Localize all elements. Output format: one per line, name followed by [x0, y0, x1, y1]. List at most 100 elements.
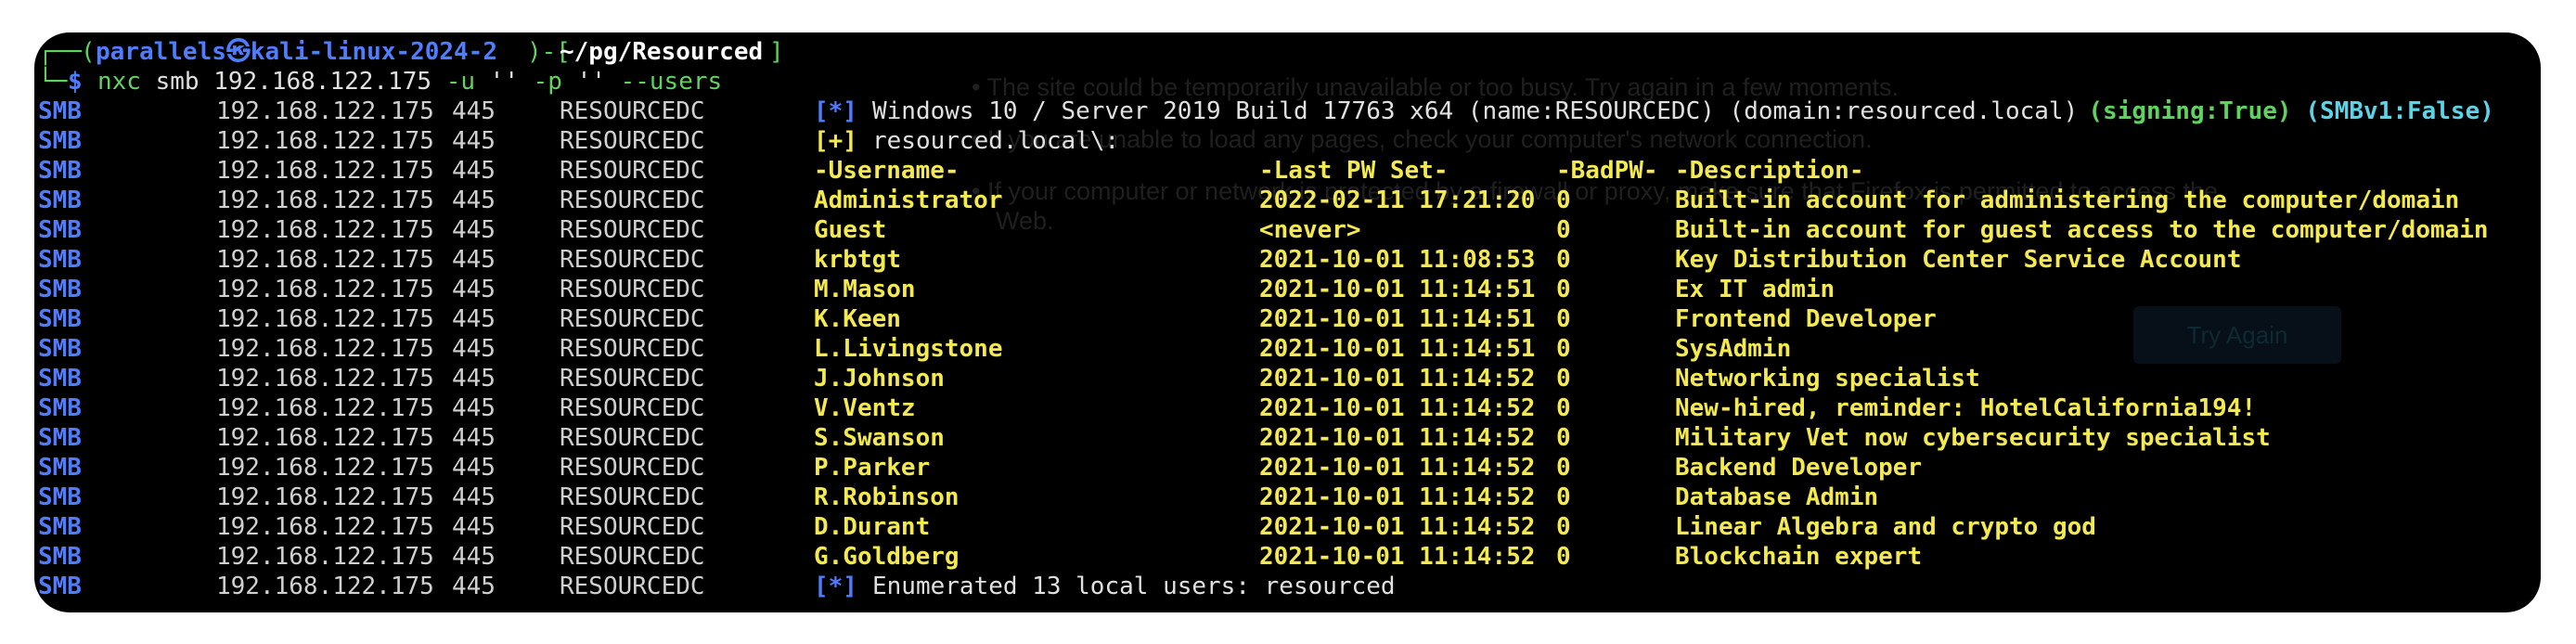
row-ip: 192.168.122.175	[216, 394, 434, 422]
row-hostname: RESOURCEDC	[560, 365, 705, 393]
row-hostname: RESOURCEDC	[560, 573, 705, 600]
row-badpw: 0	[1556, 365, 1571, 393]
row-last-pw-set: 2021-10-01 11:14:51	[1259, 276, 1536, 303]
row-last-pw-set: 2021-10-01 11:14:52	[1259, 543, 1536, 571]
row-port: 445	[452, 513, 496, 541]
row-protocol: SMB	[38, 424, 82, 452]
command-line[interactable]: └─ $ nxc smb 192.168.122.175 -u '' -p '' -…	[34, 67, 722, 97]
row-badpw: 0	[1556, 543, 1571, 571]
row-last-pw-set: 2022-02-11 17:21:20	[1259, 187, 1536, 214]
row-port: 445	[452, 454, 496, 482]
row-port: 445	[452, 424, 496, 452]
row-badpw: 0	[1556, 246, 1571, 274]
row-port: 445	[452, 394, 496, 422]
row-description: Database Admin	[1675, 483, 1879, 511]
row-last-pw-set: -Last PW Set-	[1259, 157, 1449, 185]
row-badpw: 0	[1556, 187, 1571, 214]
row-ip: 192.168.122.175	[216, 513, 434, 541]
row-username: Administrator	[814, 187, 1003, 214]
row-protocol: SMB	[38, 513, 82, 541]
row-protocol: SMB	[38, 216, 82, 244]
prompt-line: ┌──(parallels㉿kali-linux-2024-2)-[~/pg/R…	[38, 38, 784, 66]
row-username: P.Parker	[814, 454, 931, 482]
row-ip: 192.168.122.175	[216, 454, 434, 482]
row-last-pw-set: 2021-10-01 11:14:51	[1259, 305, 1536, 333]
row-username: Guest	[814, 216, 887, 244]
row-protocol: SMB	[38, 394, 82, 422]
row-hostname: RESOURCEDC	[560, 276, 705, 303]
row-protocol: SMB	[38, 276, 82, 303]
row-badpw: 0	[1556, 454, 1571, 482]
row-message: Enumerated 13 local users: resourced	[872, 573, 1396, 600]
row-protocol: SMB	[38, 543, 82, 571]
row-ip: 192.168.122.175	[216, 483, 434, 511]
row-ip: 192.168.122.175	[216, 424, 434, 452]
try-again-button[interactable]: Try Again	[2133, 306, 2341, 364]
row-protocol: SMB	[38, 483, 82, 511]
row-port: 445	[452, 483, 496, 511]
row-description: -Description-	[1675, 157, 1864, 185]
row-username: J.Johnson	[814, 365, 945, 393]
row-hostname: RESOURCEDC	[560, 454, 705, 482]
row-hostname: RESOURCEDC	[560, 246, 705, 274]
row-protocol: SMB	[38, 157, 82, 185]
row-status-tag: [+]	[814, 127, 857, 155]
row-message: Windows 10 / Server 2019 Build 17763 x64…	[872, 97, 2079, 125]
row-description: Key Distribution Center Service Account	[1675, 246, 2242, 274]
row-description: SysAdmin	[1675, 335, 1792, 363]
row-ip: 192.168.122.175	[216, 97, 434, 125]
row-description: Built-in account for administering the c…	[1675, 187, 2460, 214]
row-port: 445	[452, 246, 496, 274]
row-username: krbtgt	[814, 246, 901, 274]
row-hostname: RESOURCEDC	[560, 305, 705, 333]
row-badpw: 0	[1556, 394, 1571, 422]
row-ip: 192.168.122.175	[216, 276, 434, 303]
prompt-user-host: parallels㉿kali-linux-2024-2	[96, 38, 497, 66]
row-port: 445	[452, 157, 496, 185]
row-description: Military Vet now cybersecurity specialis…	[1675, 424, 2271, 452]
row-port: 445	[452, 127, 496, 155]
row-badpw: 0	[1556, 424, 1571, 452]
row-description: Built-in account for guest access to the…	[1675, 216, 2489, 244]
terminal-window[interactable]: • The site could be temporarily unavaila…	[34, 32, 2541, 612]
prompt-path: ~/pg/Resourced	[560, 38, 764, 66]
row-port: 445	[452, 573, 496, 600]
row-protocol: SMB	[38, 335, 82, 363]
row-protocol: SMB	[38, 187, 82, 214]
row-ip: 192.168.122.175	[216, 365, 434, 393]
row-hostname: RESOURCEDC	[560, 424, 705, 452]
row-port: 445	[452, 365, 496, 393]
row-username: D.Durant	[814, 513, 931, 541]
row-ip: 192.168.122.175	[216, 127, 434, 155]
row-description: Networking specialist	[1675, 365, 1980, 393]
row-username: S.Swanson	[814, 424, 945, 452]
row-ip: 192.168.122.175	[216, 187, 434, 214]
row-username: K.Keen	[814, 305, 901, 333]
row-last-pw-set: 2021-10-01 11:14:52	[1259, 513, 1536, 541]
row-last-pw-set: 2021-10-01 11:14:52	[1259, 483, 1536, 511]
row-signing: (signing:True)	[2088, 97, 2292, 125]
row-badpw: 0	[1556, 276, 1571, 303]
row-badpw: 0	[1556, 483, 1571, 511]
row-username: M.Mason	[814, 276, 916, 303]
row-hostname: RESOURCEDC	[560, 513, 705, 541]
row-message: resourced.local\:	[872, 127, 1120, 155]
row-status-tag: [*]	[814, 97, 857, 125]
row-last-pw-set: 2021-10-01 11:14:52	[1259, 424, 1536, 452]
command-text: nxc smb 192.168.122.175 -u '' -p '' --us…	[97, 68, 723, 96]
row-badpw: -BadPW-	[1556, 157, 1658, 185]
row-ip: 192.168.122.175	[216, 335, 434, 363]
row-badpw: 0	[1556, 305, 1571, 333]
row-port: 445	[452, 543, 496, 571]
prompt-corner-top: ┌──	[38, 38, 82, 66]
row-badpw: 0	[1556, 216, 1571, 244]
row-hostname: RESOURCEDC	[560, 394, 705, 422]
row-protocol: SMB	[38, 127, 82, 155]
prompt-dollar: $	[68, 68, 83, 96]
row-username: -Username-	[814, 157, 960, 185]
row-ip: 192.168.122.175	[216, 573, 434, 600]
row-port: 445	[452, 276, 496, 303]
row-description: Linear Algebra and crypto god	[1675, 513, 2096, 541]
row-username: R.Robinson	[814, 483, 960, 511]
row-badpw: 0	[1556, 335, 1571, 363]
